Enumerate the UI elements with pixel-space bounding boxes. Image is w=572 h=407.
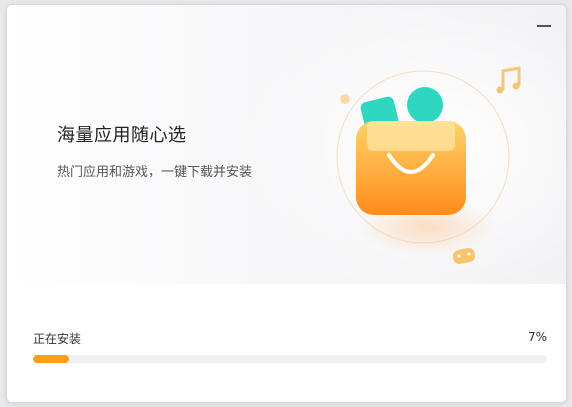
- hero-title: 海量应用随心选: [57, 125, 187, 146]
- orbit-dot: [340, 94, 350, 104]
- installer-window: 海量应用随心选 热门应用和游戏，一键下载并安装 正在安装 7%: [6, 4, 567, 403]
- hero-banner: 海量应用随心选 热门应用和游戏，一键下载并安装: [7, 5, 566, 284]
- progress-fill: [33, 355, 69, 363]
- minimize-icon[interactable]: [533, 17, 555, 35]
- progress-track: [33, 355, 547, 363]
- bag-highlight: [367, 121, 455, 151]
- music-note-icon: [496, 66, 521, 94]
- install-percent: 7%: [527, 330, 547, 344]
- install-status: 正在安装: [33, 332, 82, 346]
- app-store-illustration: [336, 66, 521, 265]
- teal-circle: [407, 87, 443, 123]
- hero-subtitle: 热门应用和游戏，一键下载并安装: [57, 165, 253, 180]
- install-footer: 正在安装 7%: [7, 284, 566, 402]
